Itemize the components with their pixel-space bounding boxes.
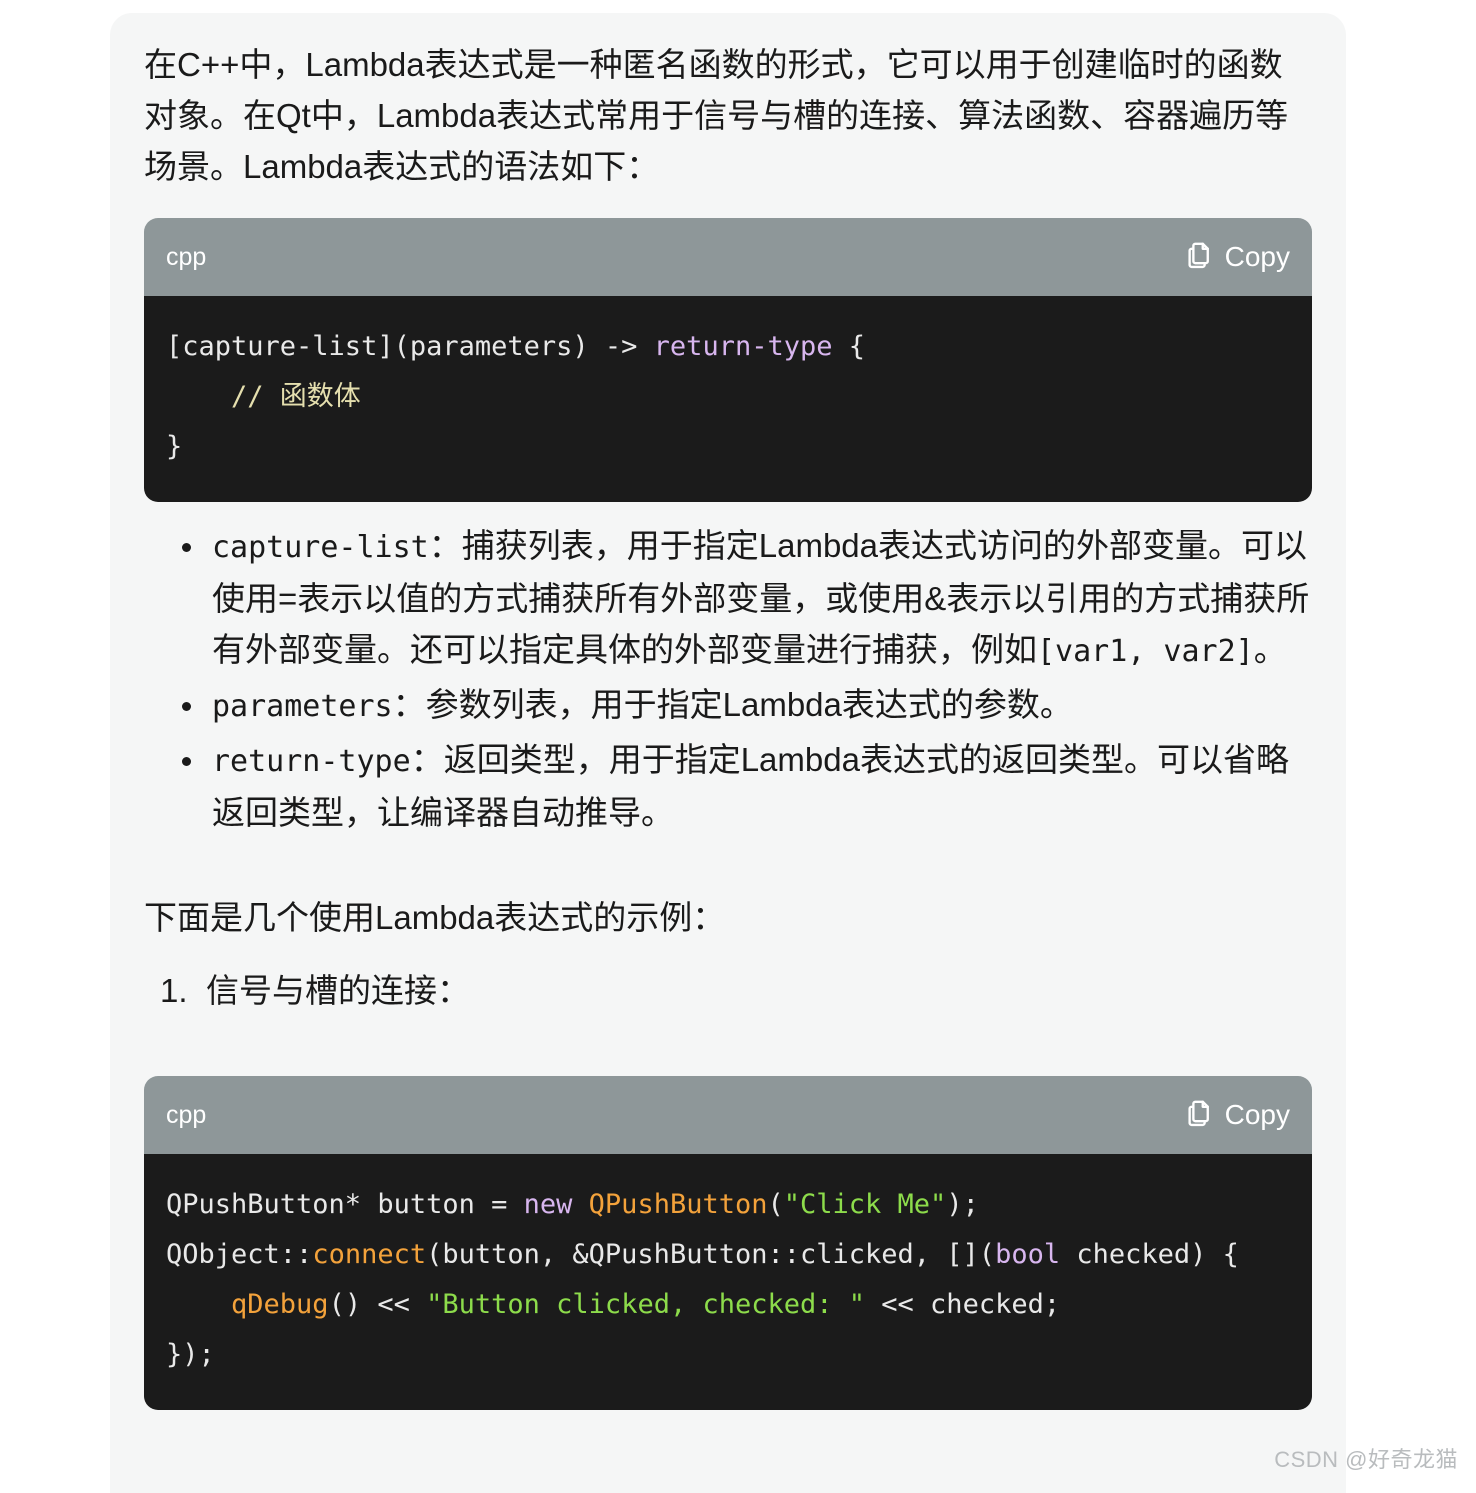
code-token-cls: QPushButton	[588, 1189, 768, 1220]
answer-card: 在C++中，Lambda表达式是一种匿名函数的形式，它可以用于创建临时的函数对象…	[110, 13, 1346, 1493]
intro-paragraph: 在C++中，Lambda表达式是一种匿名函数的形式，它可以用于创建临时的函数对象…	[144, 46, 1289, 185]
bullet-term: return-type	[212, 744, 411, 779]
code-token-plain: QObject::	[166, 1239, 313, 1270]
code-token-plain: });	[166, 1339, 215, 1370]
bullet-tail-code: [var1, var2]	[1037, 634, 1254, 669]
code-line: QObject::connect(button, &QPushButton::c…	[166, 1230, 1290, 1280]
bullet-term: parameters	[212, 689, 393, 724]
list-item: return-type：返回类型，用于指定Lambda表达式的返回类型。可以省略…	[182, 734, 1312, 838]
code-token-kw: bool	[995, 1239, 1061, 1270]
code-token-plain: [capture-list](parameters) ->	[166, 331, 654, 362]
bullet-description: ：参数列表，用于指定Lambda表达式的参数。	[392, 686, 1073, 723]
code-language-label: cpp	[166, 242, 207, 271]
code-token-kw: new	[523, 1189, 573, 1220]
code-token-plain: checked) {	[1060, 1239, 1239, 1270]
copy-icon	[1184, 240, 1214, 275]
code-token-fn: connect	[312, 1239, 427, 1270]
example-list: 信号与槽的连接：	[144, 965, 1312, 1016]
code-token-str: "Button clicked, checked: "	[426, 1289, 866, 1320]
list-item: capture-list：捕获列表，用于指定Lambda表达式访问的外部变量。可…	[182, 520, 1312, 677]
code-token-plain: }	[166, 431, 183, 462]
code-content[interactable]: QPushButton* button = new QPushButton("C…	[144, 1154, 1312, 1410]
code-token-plain: );	[946, 1189, 979, 1220]
code-line: QPushButton* button = new QPushButton("C…	[166, 1180, 1290, 1230]
list-item: 信号与槽的连接：	[160, 965, 470, 1016]
code-token-plain: (button, &QPushButton::clicked, [](	[426, 1239, 996, 1270]
code-block-signal-slot: cpp Copy QPushButton* button = new QPush…	[144, 1076, 1312, 1410]
code-content[interactable]: [capture-list](parameters) -> return-typ…	[144, 296, 1312, 502]
code-line: [capture-list](parameters) -> return-typ…	[166, 322, 1290, 372]
code-token-plain: () <<	[328, 1289, 427, 1320]
examples-lead-paragraph: 下面是几个使用Lambda表达式的示例：	[144, 899, 726, 936]
code-token-plain: (	[767, 1189, 784, 1220]
code-block-header: cpp Copy	[144, 218, 1312, 296]
copy-button-label: Copy	[1224, 241, 1290, 272]
bullet-term: capture-list	[212, 530, 429, 565]
code-line: qDebug() << "Button clicked, checked: " …	[166, 1280, 1290, 1330]
code-line: // 函数体	[166, 372, 1290, 422]
list-item: parameters：参数列表，用于指定Lambda表达式的参数。	[182, 679, 1312, 732]
code-token-type: return-type	[653, 331, 833, 362]
copy-button[interactable]: Copy	[1184, 1098, 1290, 1133]
code-token-fn: qDebug	[231, 1289, 329, 1320]
code-language-label: cpp	[166, 1100, 207, 1129]
code-line: }	[166, 422, 1290, 472]
bullet-tail-text: 。	[1253, 631, 1287, 668]
code-block-syntax: cpp Copy [capture-list](parameters) -> r…	[144, 218, 1312, 502]
code-token-str: "Click Me"	[783, 1189, 947, 1220]
code-token-plain: << checked;	[865, 1289, 1061, 1320]
copy-icon	[1184, 1098, 1214, 1133]
code-token-comment: // 函数体	[231, 381, 361, 412]
copy-button-label: Copy	[1224, 1099, 1290, 1130]
code-line: });	[166, 1330, 1290, 1380]
copy-button[interactable]: Copy	[1184, 240, 1290, 275]
code-token-plain: {	[832, 331, 865, 362]
code-block-header: cpp Copy	[144, 1076, 1312, 1154]
watermark: CSDN @好奇龙猫	[1274, 1447, 1458, 1472]
code-token-plain: QPushButton* button =	[166, 1189, 524, 1220]
syntax-bullet-list: capture-list：捕获列表，用于指定Lambda表达式访问的外部变量。可…	[144, 520, 1312, 838]
